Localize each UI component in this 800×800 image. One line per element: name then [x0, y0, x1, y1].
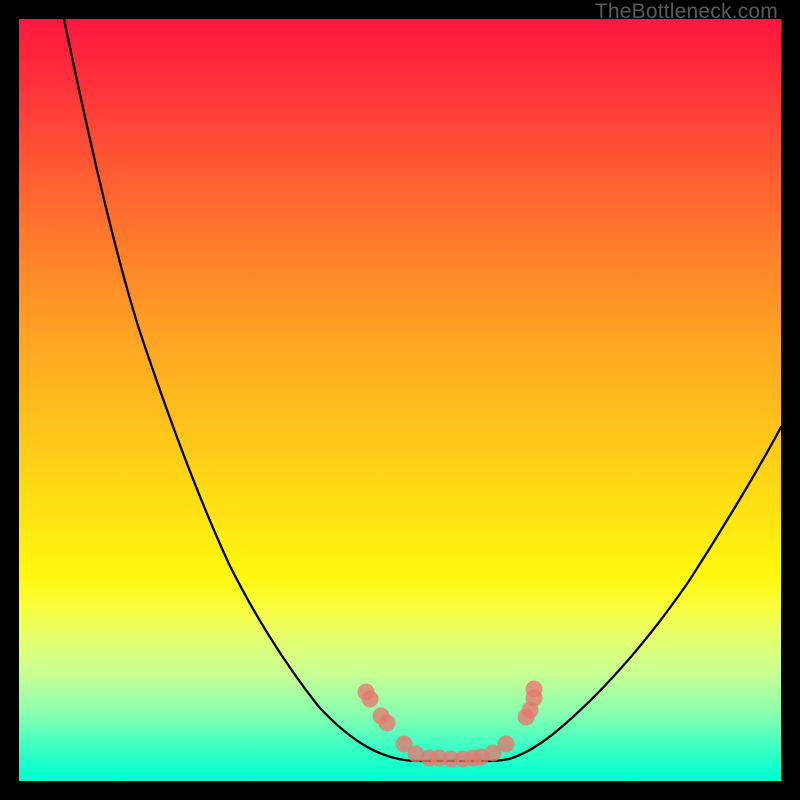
data-marker	[526, 681, 543, 698]
data-marker	[362, 691, 379, 708]
curve-layer	[19, 19, 781, 781]
plot-area	[19, 19, 781, 781]
chart-frame: TheBottleneck.com	[0, 0, 800, 800]
data-marker	[379, 715, 396, 732]
data-marker	[498, 736, 515, 753]
bottleneck-curve	[64, 19, 781, 761]
watermark-text: TheBottleneck.com	[595, 0, 778, 24]
